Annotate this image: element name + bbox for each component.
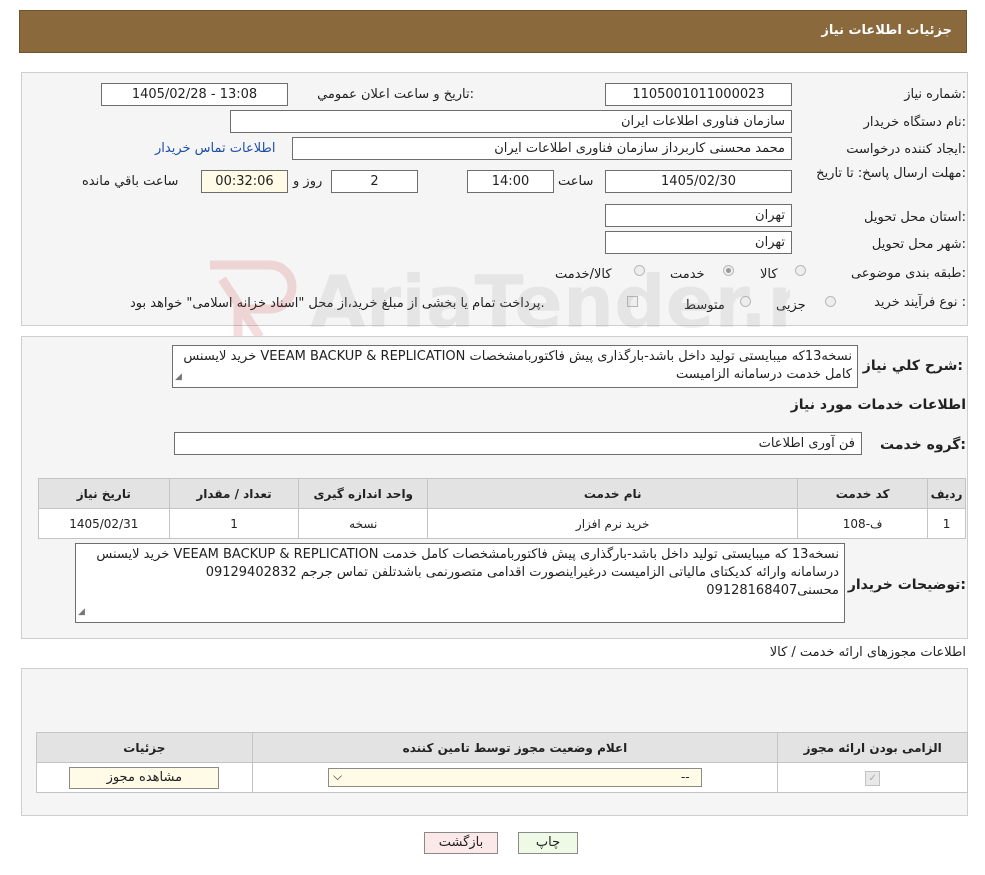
table-row: ✓ -- ⌵ مشاهده مجوز xyxy=(36,762,968,793)
permits-title: اطلاعات مجوزهای ارائه خدمت / کالا xyxy=(769,645,966,660)
summary-label: شرح کلي نياز: xyxy=(862,358,963,374)
permits-table: الزامی بودن ارائه مجوز اعلام وضعیت مجوز … xyxy=(36,732,968,793)
page-title: جزئیات اطلاعات نیاز xyxy=(821,23,952,38)
city-label: شهر محل تحویل: xyxy=(871,237,966,252)
service-group-field: فن آوری اطلاعات xyxy=(174,432,862,455)
chevron-down-icon: ⌵ xyxy=(332,769,343,783)
summary-textarea: خرید لایسنس VEEAM BACKUP & REPLICATION ن… xyxy=(172,345,858,388)
process-medium-label: متوسط xyxy=(684,298,725,313)
permit-required-checkbox: ✓ xyxy=(865,770,881,786)
buyer-notes-textarea: خرید لایسنس VEEAM BACKUP & REPLICATION ن… xyxy=(75,543,845,623)
deadline-time-field: 14:00 xyxy=(467,170,554,193)
col-quantity: تعداد / مقدار xyxy=(168,478,300,509)
category-goods-service-radio[interactable] xyxy=(634,265,645,276)
permits-table-header: الزامی بودن ارائه مجوز اعلام وضعیت مجوز … xyxy=(36,732,968,763)
back-button[interactable]: بازگشت xyxy=(424,832,498,854)
cell-need-date: 1405/02/31 xyxy=(38,508,170,539)
col-permit-status: اعلام وضعیت مجوز توسط تامین کننده xyxy=(251,732,779,763)
announce-label: تاریخ و ساعت اعلان عمومي: xyxy=(317,87,474,102)
category-goods-label: کالا xyxy=(760,267,778,282)
province-label: استان محل تحویل: xyxy=(864,210,966,225)
service-group-label: گروه خدمت: xyxy=(880,437,966,453)
process-minor-radio[interactable] xyxy=(825,296,836,307)
deadline-label: مهلت ارسال پاسخ: تا تاریخ: xyxy=(816,166,966,181)
buyer-org-label: نام دستگاه خريدار: xyxy=(863,115,966,130)
services-table-header: ردیف کد خدمت نام خدمت واحد اندازه گیری ت… xyxy=(38,478,966,509)
process-label: نوع فرآیند خرید : xyxy=(874,295,966,310)
need-number-label: شماره نیاز: xyxy=(904,87,966,102)
permit-status-select[interactable]: -- ⌵ xyxy=(327,768,702,787)
col-permit-required: الزامی بودن ارائه مجوز xyxy=(777,732,968,763)
process-minor-label: جزیی xyxy=(776,298,806,313)
treasury-payment-checkbox[interactable] xyxy=(627,296,638,307)
view-permit-button[interactable]: مشاهده مجوز xyxy=(69,766,220,789)
col-service-name: نام خدمت xyxy=(427,478,799,509)
announce-datetime-field: 1405/02/28 - 13:08 xyxy=(101,83,288,106)
buyer-notes-label: توضیحات خریدار: xyxy=(847,577,966,593)
permit-status-value: -- xyxy=(680,770,690,784)
print-button[interactable]: چاپ xyxy=(518,832,578,854)
table-row: 1 ف-108 خرید نرم افزار نسخه 1 1405/02/31 xyxy=(38,508,966,539)
resize-grip-icon: ◢ xyxy=(175,372,182,382)
cell-permit-required: ✓ xyxy=(777,762,968,793)
category-service-radio[interactable] xyxy=(723,265,734,276)
category-service-label: خدمت xyxy=(670,267,705,282)
summary-text: خرید لایسنس VEEAM BACKUP & REPLICATION ن… xyxy=(183,349,852,382)
buyer-notes-text: خرید لایسنس VEEAM BACKUP & REPLICATION ن… xyxy=(96,547,839,598)
col-row: ردیف xyxy=(927,478,966,509)
creator-field: محمد محسنی کاربرداز سازمان فناوری اطلاعا… xyxy=(292,137,792,160)
remaining-time-field: 00:32:06 xyxy=(201,170,288,193)
remaining-time-label: ساعت باقي مانده xyxy=(82,174,179,189)
cell-unit: نسخه xyxy=(298,508,429,539)
process-medium-radio[interactable] xyxy=(740,296,751,307)
cell-permit-details: مشاهده مجوز xyxy=(36,762,253,793)
creator-label: ايجاد كننده درخواست: xyxy=(846,142,966,157)
buyer-org-field: سازمان فناوری اطلاعات ایران xyxy=(230,110,792,133)
city-field: تهران xyxy=(605,231,792,254)
deadline-time-label: ساعت xyxy=(558,174,594,189)
col-unit: واحد اندازه گیری xyxy=(298,478,429,509)
days-label: روز و xyxy=(293,174,323,189)
cell-quantity: 1 xyxy=(168,508,300,539)
need-number-field: 1105001011000023 xyxy=(605,83,792,106)
col-need-date: تاریخ نیاز xyxy=(38,478,170,509)
days-field: 2 xyxy=(331,170,418,193)
resize-grip-icon: ◢ xyxy=(78,607,85,617)
province-field: تهران xyxy=(605,204,792,227)
cell-permit-status: -- ⌵ xyxy=(251,762,779,793)
cell-row: 1 xyxy=(927,508,966,539)
buyer-contact-link[interactable]: اطلاعات تماس خريدار xyxy=(155,141,275,156)
cell-service-code: ف-108 xyxy=(797,508,929,539)
page-header: جزئیات اطلاعات نیاز xyxy=(19,10,967,53)
category-goods-service-label: کالا/خدمت xyxy=(555,267,612,282)
category-goods-radio[interactable] xyxy=(795,265,806,276)
process-note: پرداخت تمام یا بخشی از مبلغ خرید،از محل … xyxy=(130,296,545,311)
services-title: اطلاعات خدمات مورد نیاز xyxy=(790,397,966,413)
cell-service-name: خرید نرم افزار xyxy=(427,508,799,539)
col-permit-details: جزئیات xyxy=(36,732,253,763)
category-label: طبقه بندی موضوعی: xyxy=(850,266,966,281)
col-service-code: کد خدمت xyxy=(797,478,929,509)
deadline-date-field: 1405/02/30 xyxy=(605,170,792,193)
services-table: ردیف کد خدمت نام خدمت واحد اندازه گیری ت… xyxy=(38,478,966,539)
